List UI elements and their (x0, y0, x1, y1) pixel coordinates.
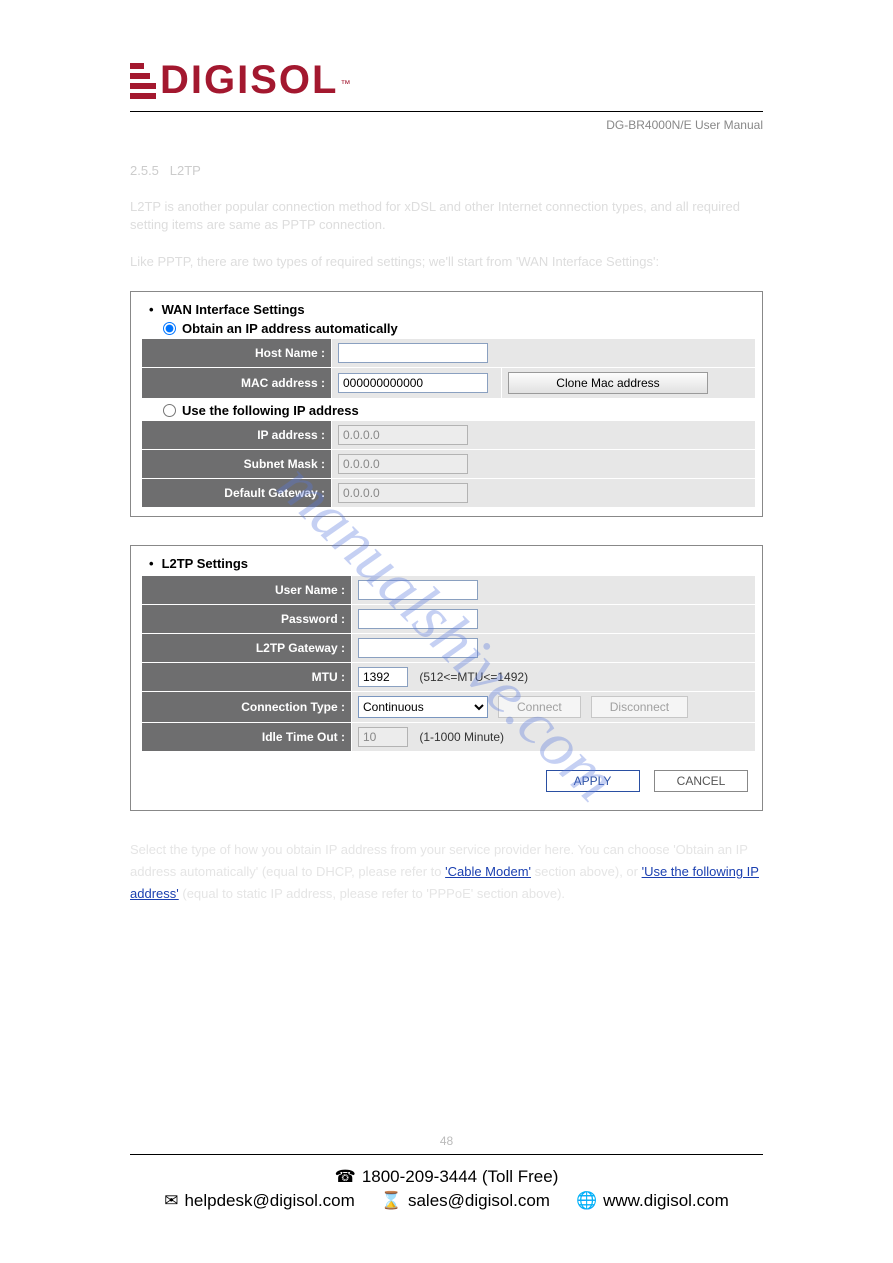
subnet-mask-label: Subnet Mask : (142, 449, 332, 478)
mtu-hint: (512<=MTU<=1492) (419, 670, 528, 684)
idle-timeout-hint: (1-1000 Minute) (419, 730, 504, 744)
ip-mode-static-radio[interactable] (163, 404, 176, 417)
ip-mode-auto-radio[interactable] (163, 322, 176, 335)
l2tp-panel-title: L2TP Settings (149, 556, 756, 571)
password-input[interactable] (358, 609, 478, 629)
footer-helpdesk-text: helpdesk@digisol.com (184, 1191, 354, 1211)
mtu-input[interactable] (358, 667, 408, 687)
mac-label: MAC address : (142, 367, 332, 398)
cable-modem-link[interactable]: 'Cable Modem' (445, 864, 531, 879)
ip-mode-auto-label: Obtain an IP address automatically (182, 321, 398, 336)
ip-mode-static-row[interactable]: Use the following IP address (163, 403, 756, 418)
section-title: L2TP (170, 163, 201, 178)
subnet-mask-input[interactable] (338, 454, 468, 474)
l2tp-gateway-label: L2TP Gateway : (142, 633, 352, 662)
ip-mode-auto-row[interactable]: Obtain an IP address automatically (163, 321, 756, 336)
footer-web: 🌐 www.digisol.com (576, 1191, 729, 1211)
ip-address-label: IP address : (142, 420, 332, 449)
apply-button[interactable]: APPLY (546, 770, 640, 792)
l2tp-table: User Name : Password : L2TP Gateway : MT… (141, 575, 756, 752)
explanatory-paragraph: Select the type of how you obtain IP add… (130, 839, 763, 905)
table-row: Host Name : (142, 338, 756, 367)
footer-sales-text: sales@digisol.com (408, 1191, 550, 1211)
connection-type-select[interactable]: Continuous (358, 696, 488, 718)
product-title: DG-BR4000N/E User Manual (130, 118, 763, 132)
l2tp-gateway-input[interactable] (358, 638, 478, 658)
para-outro: (equal to static IP address, please refe… (182, 886, 565, 901)
footer-phone: ☎ 1800-209-3444 (Toll Free) (335, 1167, 559, 1187)
username-label: User Name : (142, 575, 352, 604)
header-divider (130, 111, 763, 112)
wan-panel-title: WAN Interface Settings (149, 302, 756, 317)
page-footer: 48 ☎ 1800-209-3444 (Toll Free) ✉ helpdes… (130, 1134, 763, 1211)
ip-address-input[interactable] (338, 425, 468, 445)
table-row: Connection Type : Continuous Connect Dis… (142, 691, 756, 722)
disconnect-button: Disconnect (591, 696, 688, 718)
wan-auto-table: Host Name : MAC address : Clone Mac addr… (141, 338, 756, 399)
logo-bars-icon (130, 63, 158, 99)
table-row: MAC address : Clone Mac address (142, 367, 756, 398)
brand-logo: DIGISOL ™ (130, 58, 763, 103)
mail-icon: ✉ (164, 1191, 178, 1211)
table-row: Default Gateway : (142, 478, 756, 507)
default-gateway-input[interactable] (338, 483, 468, 503)
brand-name: DIGISOL (160, 58, 338, 103)
host-name-label: Host Name : (142, 338, 332, 367)
table-row: L2TP Gateway : (142, 633, 756, 662)
table-row: IP address : (142, 420, 756, 449)
cancel-button[interactable]: CANCEL (654, 770, 748, 792)
table-row: Subnet Mask : (142, 449, 756, 478)
password-label: Password : (142, 604, 352, 633)
connect-button: Connect (498, 696, 581, 718)
footer-web-text: www.digisol.com (603, 1191, 729, 1211)
para-mid: section above), or (535, 864, 642, 879)
page-number: 48 (130, 1134, 763, 1148)
footer-divider (130, 1154, 763, 1155)
footer-helpdesk: ✉ helpdesk@digisol.com (164, 1191, 355, 1211)
wan-interface-panel: WAN Interface Settings Obtain an IP addr… (130, 291, 763, 517)
section-number: 2.5.5 (130, 163, 159, 178)
section-text: L2TP is another popular connection metho… (130, 198, 763, 271)
l2tp-settings-panel: L2TP Settings User Name : Password : L2T… (130, 545, 763, 811)
footer-sales: ⌛ sales@digisol.com (381, 1191, 550, 1211)
ip-mode-static-label: Use the following IP address (182, 403, 359, 418)
footer-phone-text: 1800-209-3444 (Toll Free) (362, 1167, 559, 1187)
globe-icon: 🌐 (576, 1191, 597, 1211)
mtu-label: MTU : (142, 662, 352, 691)
connection-type-label: Connection Type : (142, 691, 352, 722)
wan-static-table: IP address : Subnet Mask : Default Gatew… (141, 420, 756, 508)
idle-timeout-input[interactable] (358, 727, 408, 747)
hourglass-icon: ⌛ (381, 1191, 402, 1211)
username-input[interactable] (358, 580, 478, 600)
host-name-input[interactable] (338, 343, 488, 363)
table-row: MTU : (512<=MTU<=1492) (142, 662, 756, 691)
default-gateway-label: Default Gateway : (142, 478, 332, 507)
trademark-symbol: ™ (340, 79, 350, 90)
phone-icon: ☎ (335, 1167, 356, 1187)
table-row: User Name : (142, 575, 756, 604)
idle-timeout-label: Idle Time Out : (142, 722, 352, 751)
mac-input[interactable] (338, 373, 488, 393)
section-heading: 2.5.5 L2TP (130, 162, 763, 180)
clone-mac-button[interactable]: Clone Mac address (508, 372, 708, 394)
table-row: Password : (142, 604, 756, 633)
table-row: Idle Time Out : (1-1000 Minute) (142, 722, 756, 751)
